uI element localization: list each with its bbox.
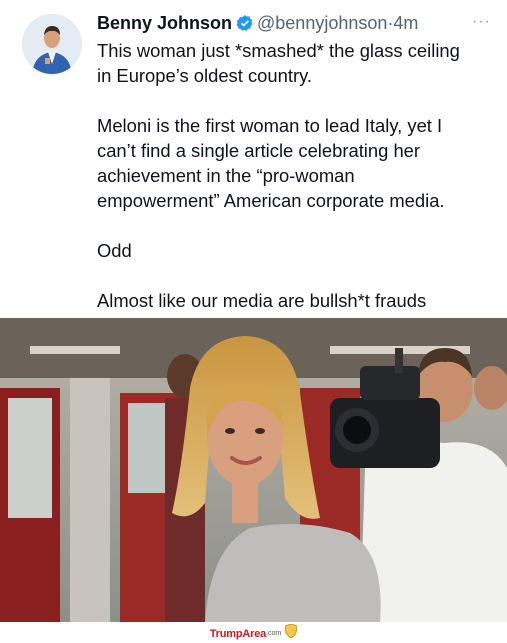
tweet-header: Benny Johnson @bennyjohnson·4m ··· [97,13,497,39]
tweet-photo[interactable] [0,318,507,622]
avatar[interactable] [22,14,82,74]
tweet-paragraph-3: Odd [97,240,132,261]
tweet-paragraph-4: Almost like our media are bullsh*t fraud… [97,290,427,311]
author-name[interactable]: Benny Johnson [97,13,232,33]
more-icon[interactable]: ··· [472,13,491,31]
tweet-paragraph-2: Meloni is the first woman to lead Italy,… [97,115,445,211]
tweet-card: Benny Johnson @bennyjohnson·4m ··· This w… [0,0,507,318]
watermark-brand: TrumpArea [209,628,267,640]
verified-badge-icon [236,14,254,37]
watermark-suffix: .com [266,630,282,637]
watermark: TrumpArea.com [0,622,507,640]
tweet-time[interactable]: 4m [393,13,418,33]
tweet-text: This woman just *smashed* the glass ceil… [97,38,497,313]
tweet-paragraph-1: This woman just *smashed* the glass ceil… [97,40,460,86]
shield-icon [284,623,298,643]
author-handle[interactable]: @bennyjohnson [257,13,387,33]
